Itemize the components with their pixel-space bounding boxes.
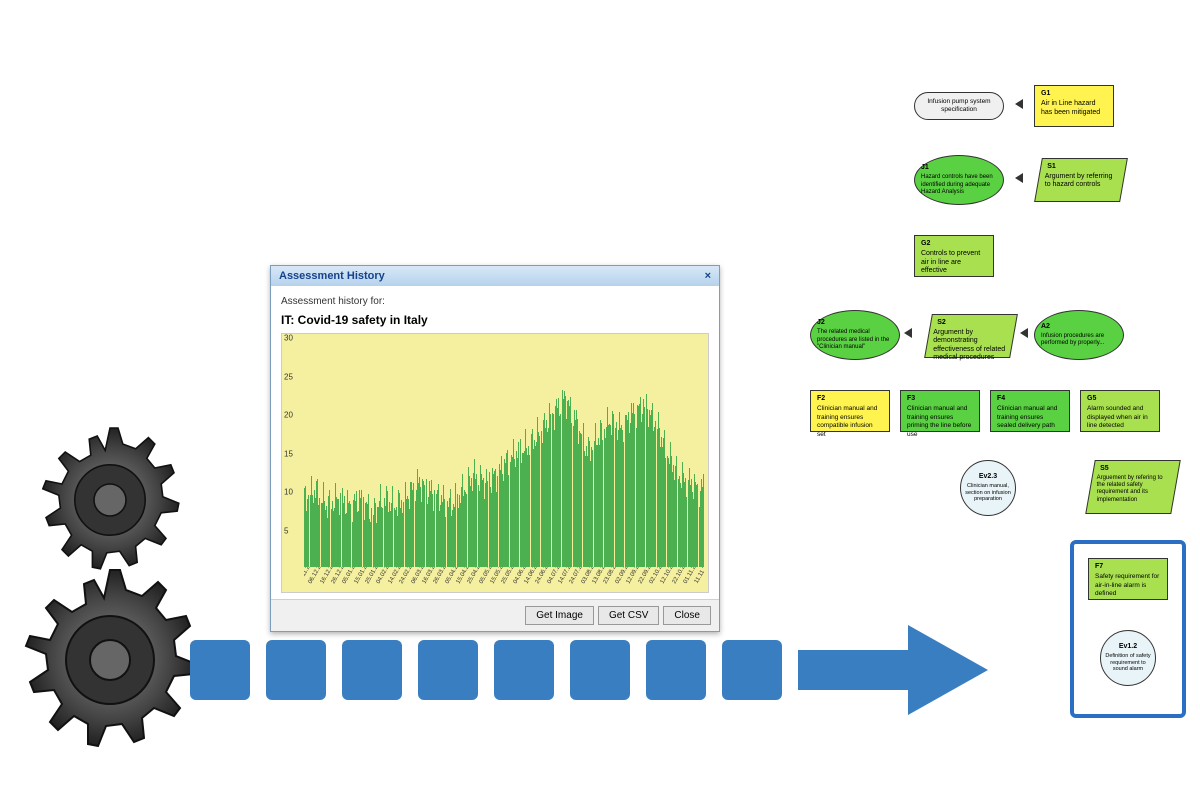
gsn-goal-f4: F4Clinician manual and training ensures …	[990, 390, 1070, 432]
pipeline-step	[646, 640, 706, 700]
chart-plot	[304, 338, 704, 567]
gear-icon	[30, 420, 190, 580]
gsn-goal-g2: G2Controls to prevent air in line are ef…	[914, 235, 994, 277]
connector-icon	[904, 328, 912, 338]
arrow-head-icon	[798, 620, 988, 720]
gsn-strategy-s1: S1Argument by referring to hazard contro…	[1034, 158, 1128, 202]
chart: 51015202530 26.11.202006.12.202016.12.20…	[281, 333, 709, 593]
pipeline-step	[190, 640, 250, 700]
gsn-justification-j2: J2The related medical procedures are lis…	[810, 310, 900, 360]
window-close-icon[interactable]: ×	[705, 270, 711, 282]
gsn-strategy-s5: S5Arguement by refering to the related s…	[1085, 460, 1181, 514]
assessment-window: Assessment History × Assessment history …	[270, 265, 720, 632]
gsn-evidence-ev12: Ev1.2Definition of safety requirement to…	[1100, 630, 1156, 686]
gsn-assumption-a2: A2Infusion procedures are performed by p…	[1034, 310, 1124, 360]
gsn-goal-f2: F2Clinician manual and training ensures …	[810, 390, 890, 432]
gsn-context: Infusion pump system specification	[914, 92, 1004, 120]
pipeline-step	[266, 640, 326, 700]
assessment-name: IT: Covid-19 safety in Italy	[281, 313, 709, 327]
gear-icon	[10, 560, 210, 760]
pipeline-step	[418, 640, 478, 700]
chart-y-axis: 51015202530	[282, 334, 304, 567]
assessment-subtitle: Assessment history for:	[281, 296, 709, 307]
connector-icon	[1015, 173, 1023, 183]
pipeline-step	[722, 640, 782, 700]
pipeline-step	[570, 640, 630, 700]
gsn-evidence-ev23: Ev2.3Clinician manual, section on infusi…	[960, 460, 1016, 516]
gsn-goal-g5: G5Alarm sounded and displayed when air i…	[1080, 390, 1160, 432]
window-title: Assessment History	[279, 270, 385, 282]
pipeline-arrow	[190, 620, 988, 720]
gsn-goal-f3: F3Clinician manual and training ensures …	[900, 390, 980, 432]
pipeline-step	[342, 640, 402, 700]
gsn-goal-g1: G1Air in Line hazard has been mitigated	[1034, 85, 1114, 127]
gsn-strategy-s2: S2Argument by demonstrating effectivenes…	[924, 314, 1018, 358]
connector-icon	[1020, 328, 1028, 338]
pipeline-step	[494, 640, 554, 700]
connector-icon	[1015, 99, 1023, 109]
gsn-justification-j1: J1Hazard controls have been identified d…	[914, 155, 1004, 205]
window-titlebar: Assessment History ×	[271, 266, 719, 286]
gsn-goal-f7: F7Safety requirement for air-in-line ala…	[1088, 558, 1168, 600]
chart-x-axis: 26.11.202006.12.202016.12.202026.12.2020…	[304, 567, 704, 592]
